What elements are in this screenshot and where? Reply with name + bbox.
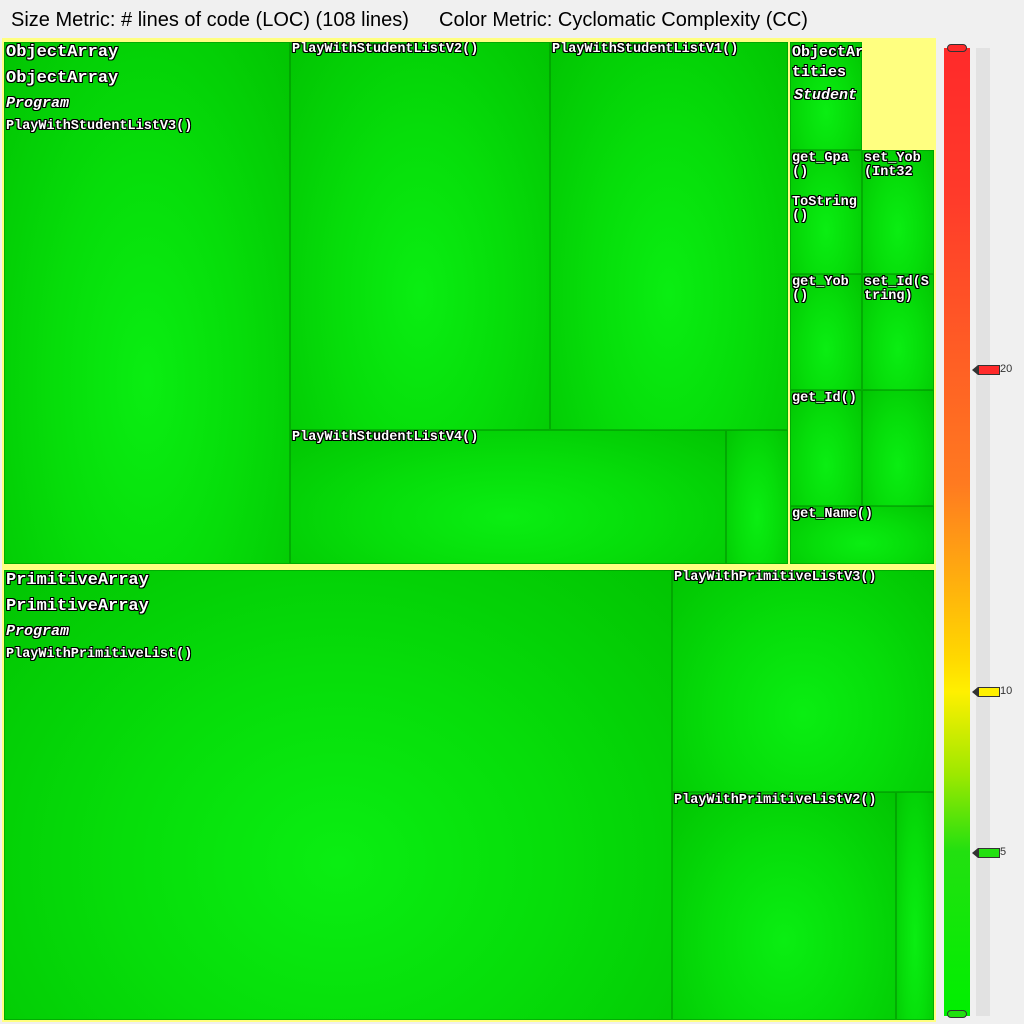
member-label: set_Id(String) xyxy=(864,275,929,305)
legend-marker-high[interactable] xyxy=(972,365,1000,375)
assembly-primitivearray[interactable]: PrimitiveArray PrimitiveArray Program Pl… xyxy=(2,566,936,1022)
method-unlabeled-small[interactable] xyxy=(726,430,788,564)
legend-marker-mid[interactable] xyxy=(972,687,1000,697)
namespace-label: ObjectArray xyxy=(6,69,119,88)
legend-top-handle[interactable] xyxy=(947,44,967,52)
method-unlabeled-small[interactable] xyxy=(896,792,934,1020)
legend-track xyxy=(976,48,990,1016)
member-label: get_Yob() xyxy=(792,275,849,305)
namespace-label: PrimitiveArray xyxy=(6,597,149,616)
color-metric-label[interactable]: Color Metric: Cyclomatic Complexity (CC) xyxy=(439,9,808,32)
method-label: PlayWithStudentListV2() xyxy=(292,42,479,57)
member-set-yob[interactable]: set_Yob(Int32 xyxy=(862,150,934,274)
legend-marker-low[interactable] xyxy=(972,848,1000,858)
type-label: Program xyxy=(6,95,70,112)
member-get-id[interactable]: get_Id() xyxy=(790,390,862,506)
metrics-header: Size Metric: # lines of code (LOC) (108 … xyxy=(0,0,1024,40)
member-label: get_Gpa() xyxy=(792,151,849,181)
assembly-label: ObjectArray xyxy=(6,43,119,62)
type-label: Program xyxy=(6,623,70,640)
method-playwithstudentlistv1[interactable]: PlayWithStudentListV1() xyxy=(550,42,788,430)
method-playwithstudentlistv3[interactable]: ObjectArray ObjectArray Program PlayWith… xyxy=(4,42,290,564)
member-get-gpa[interactable]: get_Gpa() ToString() xyxy=(790,150,862,274)
entities-type-label: Student xyxy=(794,87,858,104)
method-playwithprimitivelist[interactable]: PrimitiveArray PrimitiveArray Program Pl… xyxy=(4,570,672,1020)
member-get-yob[interactable]: get_Yob() xyxy=(790,274,862,390)
method-label: PlayWithStudentListV4() xyxy=(292,430,479,445)
legend-tick-high: 20 xyxy=(1000,363,1013,375)
assembly-label: PrimitiveArray xyxy=(6,571,149,590)
method-playwithstudentlistv2[interactable]: PlayWithStudentListV2() xyxy=(290,42,550,430)
legend-tick-mid: 10 xyxy=(1000,685,1013,697)
legend-bottom-handle[interactable] xyxy=(947,1010,967,1018)
method-label: PlayWithPrimitiveListV2() xyxy=(674,793,877,808)
method-label: PlayWithPrimitiveList() xyxy=(6,647,193,662)
method-label: PlayWithPrimitiveListV3() xyxy=(674,570,877,585)
member-set-id[interactable]: set_Id(String) xyxy=(862,274,934,390)
entities-namespace-text: ObjectArray.Entities xyxy=(792,44,862,81)
member-label: ToString() xyxy=(792,195,857,225)
entities-namespace-label: ObjectArray.Entities xyxy=(792,43,862,83)
method-playwithprimitivelistv3[interactable]: PlayWithPrimitiveListV3() xyxy=(672,570,934,792)
assembly-objectarray[interactable]: ObjectArray ObjectArray Program PlayWith… xyxy=(2,38,936,566)
member-unlabeled[interactable] xyxy=(862,390,934,506)
member-get-name[interactable]: get_Name() xyxy=(790,506,934,564)
method-playwithstudentlistv4[interactable]: PlayWithStudentListV4() xyxy=(290,430,726,564)
method-label: PlayWithStudentListV1() xyxy=(552,42,739,57)
member-label: set_Yob(Int32 xyxy=(864,151,921,181)
size-metric-label[interactable]: Size Metric: # lines of code (LOC) (108 … xyxy=(11,9,409,32)
treemap: ObjectArray ObjectArray Program PlayWith… xyxy=(2,38,936,1022)
method-label: PlayWithStudentListV3() xyxy=(6,119,193,134)
legend-tick-low: 5 xyxy=(1000,846,1007,858)
method-playwithprimitivelistv2[interactable]: PlayWithPrimitiveListV2() xyxy=(672,792,896,1020)
color-scale-bar xyxy=(944,48,970,1016)
member-label: get_Name() xyxy=(792,507,874,522)
member-label: get_Id() xyxy=(792,391,857,406)
